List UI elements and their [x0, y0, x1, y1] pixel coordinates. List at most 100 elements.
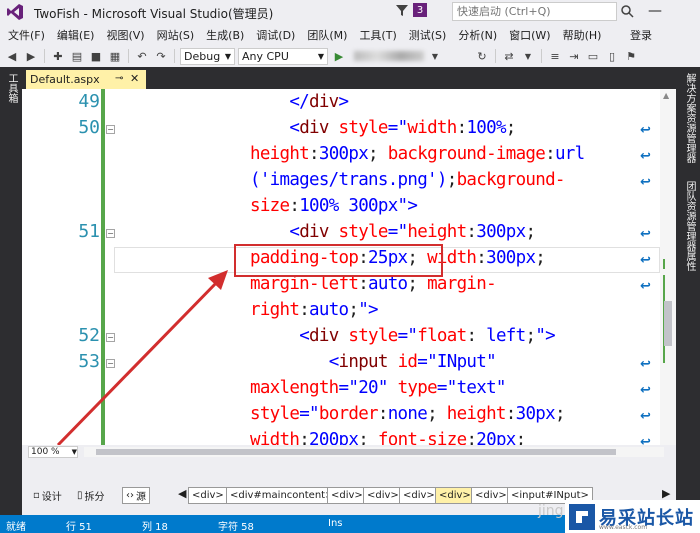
visual-studio-logo-icon — [7, 4, 23, 20]
menu-tools[interactable]: 工具(T) — [353, 25, 402, 45]
code-line: maxlength="20" type="text" — [250, 378, 506, 398]
dropdown-icon[interactable]: ▼ — [520, 48, 536, 64]
zoom-select[interactable]: 100 % ▼ — [28, 446, 78, 458]
close-icon[interactable]: ✕ — [130, 72, 139, 85]
forward-icon[interactable]: ▶ — [23, 48, 39, 64]
word-wrap-icon: ↩ — [640, 357, 651, 372]
platform-select[interactable]: Any CPU ▼ — [238, 47, 328, 65]
dropdown-icon[interactable]: ▼ — [427, 48, 443, 64]
tab-default-aspx[interactable]: Default.aspx ⊸ ✕ — [26, 70, 146, 89]
undo-icon[interactable]: ↶ — [134, 48, 150, 64]
save-icon[interactable]: ■ — [88, 48, 104, 64]
browser-link-icon[interactable]: ⇄ — [501, 48, 517, 64]
comment-icon[interactable]: ▭ — [585, 48, 601, 64]
watermark-subtext: www.easck.com — [599, 524, 648, 531]
breadcrumb-item[interactable]: <div> — [399, 487, 439, 504]
design-label: 设计 — [41, 492, 62, 503]
back-icon[interactable]: ◀ — [4, 48, 20, 64]
toolbar: ◀ ▶ ✚ ▤ ■ ▦ ↶ ↷ Debug ▼ Any CPU ▼ ▶ ▼ ↻ … — [0, 45, 700, 67]
collapse-icon[interactable]: − — [106, 359, 115, 368]
menu-edit[interactable]: 编辑(E) — [51, 25, 101, 45]
format-icon[interactable]: ≡ — [547, 48, 563, 64]
save-all-icon[interactable]: ▦ — [107, 48, 123, 64]
notification-badge[interactable]: 3 — [413, 3, 427, 17]
breadcrumb-item-selected[interactable]: <div> — [435, 487, 475, 504]
status-column: 列 18 — [142, 522, 168, 533]
login-link[interactable]: 登录 — [630, 27, 652, 43]
menu-debug[interactable]: 调试(D) — [250, 25, 301, 45]
bookmark-icon[interactable]: ⚑ — [623, 48, 639, 64]
collapse-icon[interactable]: − — [106, 229, 115, 238]
start-debugging-icon[interactable]: ▶ — [331, 48, 347, 64]
watermark-faint-text: jing — [538, 503, 564, 519]
code-line: <div style="float: left;"> — [299, 326, 555, 346]
window-title: TwoFish - Microsoft Visual Studio(管理员) — [34, 7, 274, 21]
menu-window[interactable]: 窗口(W) — [503, 25, 556, 45]
source-icon: ‹› — [126, 490, 134, 501]
quick-launch-input[interactable] — [452, 2, 617, 21]
watermark: 易采站长站 www.easck.com — [565, 500, 700, 533]
vertical-scrollbar[interactable]: ▲ — [660, 89, 676, 445]
new-project-icon[interactable]: ✚ — [50, 48, 66, 64]
breadcrumb-next-icon[interactable]: ▶ — [662, 487, 670, 500]
properties-tab[interactable]: 属性 — [682, 251, 697, 271]
redo-icon[interactable]: ↷ — [153, 48, 169, 64]
word-wrap-icon: ↩ — [640, 383, 651, 398]
menu-team[interactable]: 团队(M) — [301, 25, 353, 45]
line-number: 51 — [78, 221, 100, 242]
breadcrumb-item[interactable]: <div> — [471, 487, 511, 504]
pin-icon[interactable]: ⊸ — [115, 73, 123, 84]
breadcrumb-item[interactable]: <div> — [188, 487, 228, 504]
line-number: 49 — [78, 91, 100, 112]
code-line: style="border:none; height:30px; — [250, 404, 565, 424]
source-view-button[interactable]: ‹› 源 — [122, 487, 150, 504]
menu-file[interactable]: 文件(F) — [2, 25, 51, 45]
breadcrumb-item[interactable]: <div#maincontent> — [226, 487, 338, 504]
refresh-icon[interactable]: ↻ — [474, 48, 490, 64]
scroll-thumb[interactable] — [664, 301, 672, 346]
horizontal-scrollbar[interactable] — [84, 447, 664, 457]
word-wrap-icon: ↩ — [640, 279, 651, 294]
uncomment-icon[interactable]: ▯ — [604, 48, 620, 64]
menu-build[interactable]: 生成(B) — [200, 25, 250, 45]
collapse-icon[interactable]: − — [106, 333, 115, 342]
collapse-icon[interactable]: − — [106, 125, 115, 134]
configuration-select[interactable]: Debug ▼ — [180, 47, 235, 65]
filter-icon[interactable] — [395, 3, 409, 17]
word-wrap-icon: ↩ — [640, 123, 651, 138]
zoom-row: 100 % ▼ — [22, 445, 676, 459]
split-view-button[interactable]: ▯ 拆分 — [74, 487, 108, 504]
toolbox-label[interactable]: 工具箱 — [4, 73, 19, 103]
highlight-box — [234, 244, 443, 277]
horizontal-scroll-thumb[interactable] — [96, 449, 616, 455]
scroll-up-icon[interactable]: ▲ — [663, 91, 669, 100]
menu-analyze[interactable]: 分析(N) — [452, 25, 503, 45]
document-tab-row: Default.aspx ⊸ ✕ — [22, 67, 676, 89]
menu-help[interactable]: 帮助(H) — [557, 25, 608, 45]
word-wrap-icon: ↩ — [640, 435, 651, 445]
code-editor[interactable]: 49 50 51 52 53 − − − − </div> <div style… — [22, 89, 676, 445]
menu-website[interactable]: 网站(S) — [151, 25, 201, 45]
search-icon[interactable] — [620, 4, 634, 18]
indent-icon[interactable]: ⇥ — [566, 48, 582, 64]
design-icon: ▫ — [33, 490, 40, 501]
chevron-down-icon: ▼ — [317, 51, 324, 61]
team-explorer-tab[interactable]: 团队资源管理器 — [682, 181, 697, 251]
breadcrumb-item[interactable]: <div> — [327, 487, 367, 504]
open-file-icon[interactable]: ▤ — [69, 48, 85, 64]
toolbar-separator — [44, 49, 45, 63]
breadcrumb-prev-icon[interactable]: ◀ — [178, 487, 186, 500]
code-line: right:auto;"> — [250, 300, 379, 320]
status-character: 字符 58 — [218, 522, 254, 533]
source-label: 源 — [136, 492, 146, 503]
menu-view[interactable]: 视图(V) — [100, 25, 150, 45]
zoom-value: 100 % — [31, 447, 60, 457]
solution-explorer-tab[interactable]: 解决方案资源管理器 — [682, 73, 697, 163]
minimize-button[interactable]: — — [648, 3, 662, 19]
breadcrumb-item[interactable]: <div> — [363, 487, 403, 504]
menu-test[interactable]: 测试(S) — [403, 25, 453, 45]
design-view-button[interactable]: ▫ 设计 — [30, 487, 65, 504]
word-wrap-icon: ↩ — [640, 227, 651, 242]
blurred-browser-target[interactable] — [354, 51, 424, 61]
toolbox-strip[interactable]: 工具箱 — [0, 67, 22, 515]
